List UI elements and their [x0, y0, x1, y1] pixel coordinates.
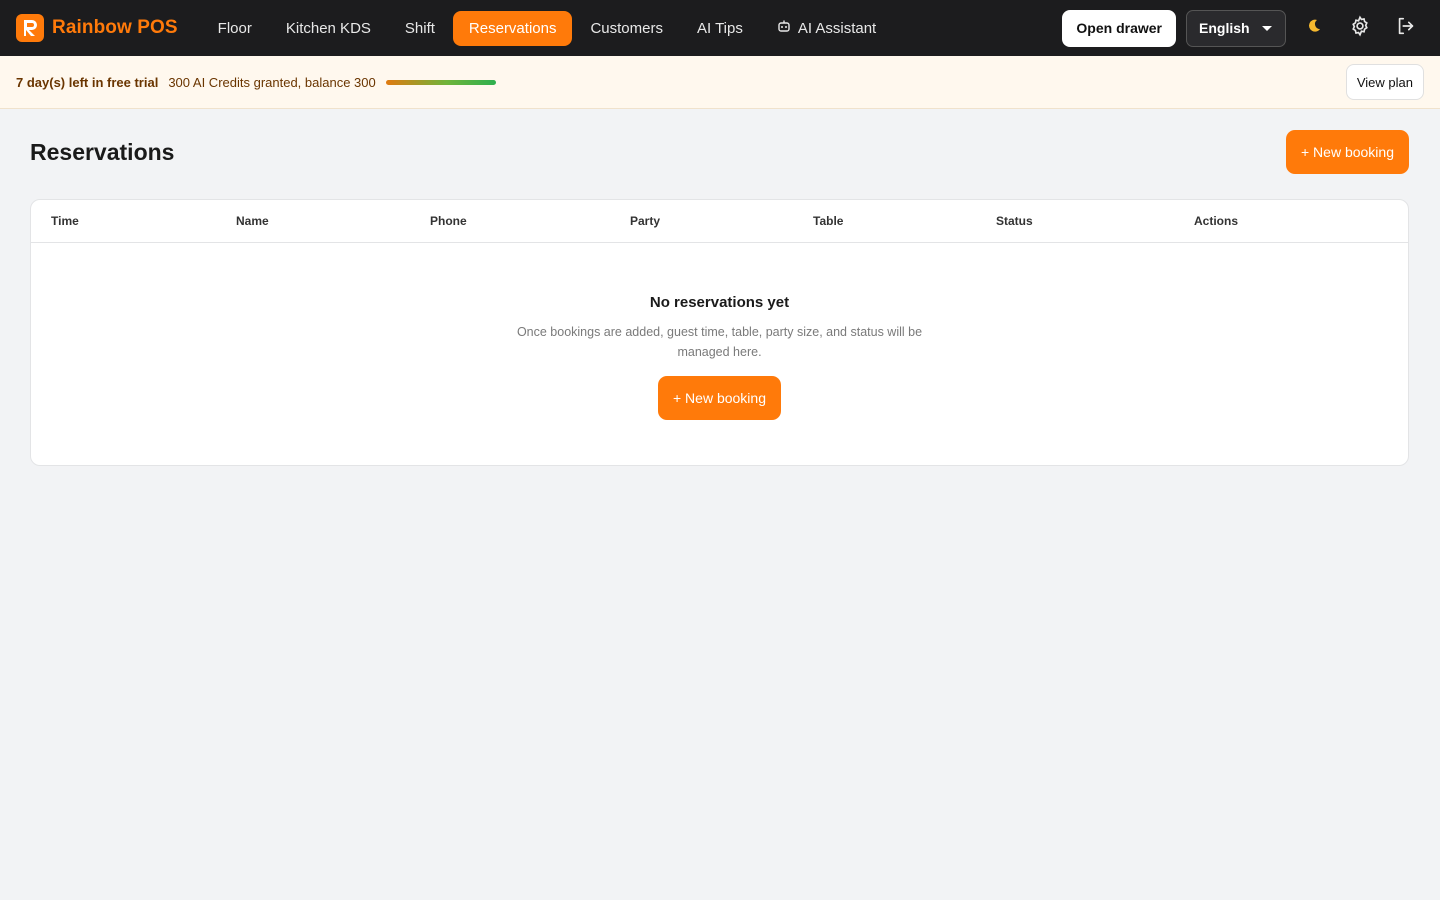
theme-toggle-button[interactable]	[1296, 10, 1332, 46]
nav-ai-assistant-label: AI Assistant	[797, 19, 877, 37]
brand[interactable]: Rainbow POS	[16, 14, 178, 42]
column-phone[interactable]: Phone	[430, 214, 630, 228]
trial-banner: 7 day(s) left in free trial 300 AI Credi…	[0, 56, 1440, 109]
nav-kitchen-kds-label: Kitchen KDS	[285, 19, 371, 37]
ai-credits-progress-fill	[385, 79, 496, 85]
nav-floor[interactable]: Floor	[202, 11, 268, 46]
nav-ai-tips-label: AI Tips	[697, 19, 743, 37]
ai-credits-text: 300 AI Credits granted, balance 300	[168, 74, 376, 90]
empty-new-booking-button[interactable]: + New booking	[657, 376, 781, 420]
logout-button[interactable]	[1388, 10, 1424, 46]
empty-state-description: Once bookings are added, guest time, tab…	[516, 325, 923, 359]
reservations-page: Reservations + New booking Time Name Pho…	[0, 109, 1440, 466]
nav-ai-assistant[interactable]: AI Assistant	[761, 10, 892, 46]
column-table[interactable]: Table	[813, 214, 996, 228]
nav-customers-label: Customers	[590, 19, 663, 37]
column-status[interactable]: Status	[996, 214, 1194, 228]
nav-reservations-label: Reservations	[468, 19, 557, 37]
robot-icon	[777, 19, 791, 37]
table-header: Time Name Phone Party Table Status Actio…	[31, 200, 1408, 243]
column-actions: Actions	[1194, 214, 1239, 228]
nav-kitchen-kds[interactable]: Kitchen KDS	[270, 11, 387, 46]
page-header: Reservations + New booking	[30, 130, 1409, 174]
gear-icon	[1349, 15, 1371, 42]
top-navigation: Rainbow POS Floor Kitchen KDS Shift Rese…	[0, 0, 1440, 56]
nav-reservations[interactable]: Reservations	[452, 10, 573, 46]
language-value: English	[1199, 20, 1250, 36]
view-plan-button[interactable]: View plan	[1345, 64, 1424, 100]
column-time[interactable]: Time	[51, 214, 236, 228]
column-name[interactable]: Name	[236, 214, 430, 228]
logout-icon	[1395, 15, 1417, 42]
nav-shift-label: Shift	[404, 19, 435, 37]
language-select[interactable]: English	[1186, 9, 1286, 47]
open-drawer-button[interactable]: Open drawer	[1062, 9, 1176, 47]
nav-customers[interactable]: Customers	[574, 11, 679, 46]
nav-actions: Open drawer English	[1062, 9, 1424, 47]
trial-days-left: 7 day(s) left in free trial	[16, 74, 159, 90]
rainbow-pos-logo-icon	[16, 14, 44, 42]
empty-state: No reservations yet Once bookings are ad…	[31, 243, 1408, 420]
brand-name: Rainbow POS	[52, 17, 178, 38]
nav-floor-label: Floor	[217, 19, 252, 37]
moon-icon	[1306, 18, 1322, 39]
column-party[interactable]: Party	[630, 214, 813, 228]
nav-ai-tips[interactable]: AI Tips	[681, 11, 759, 46]
new-booking-button[interactable]: + New booking	[1285, 130, 1409, 174]
empty-state-title: No reservations yet	[649, 294, 790, 311]
ai-credits-progress	[385, 79, 496, 85]
nav-shift[interactable]: Shift	[389, 11, 451, 46]
reservations-table: Time Name Phone Party Table Status Actio…	[30, 199, 1409, 466]
main-nav: Floor Kitchen KDS Shift Reservations Cus…	[202, 10, 893, 46]
settings-button[interactable]	[1342, 10, 1378, 46]
chevron-down-icon	[1261, 20, 1273, 36]
page-title: Reservations	[30, 138, 175, 165]
